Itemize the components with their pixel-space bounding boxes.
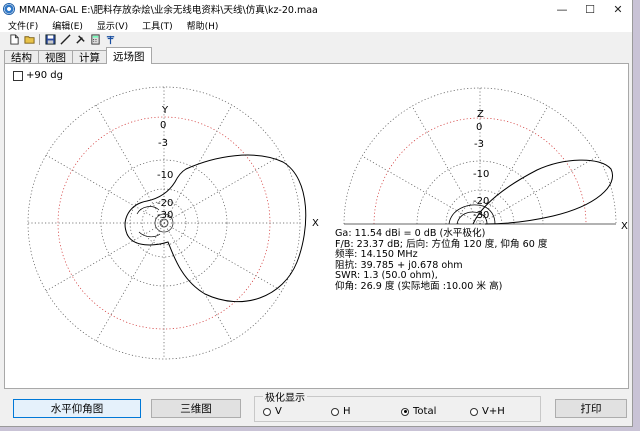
menu-view[interactable]: 显示(V): [89, 19, 134, 32]
app-window: MMANA-GAL E:\肥料存放杂烩\业余无线电资料\天线\仿真\kz-20.…: [0, 0, 633, 427]
az-ring-label-0: 0: [160, 120, 166, 131]
tools-icon[interactable]: [74, 33, 86, 45]
radio-h-dot[interactable]: [331, 407, 339, 416]
azimuth-pattern: [124, 154, 307, 303]
radio-v[interactable]: V: [263, 406, 282, 417]
menu-help[interactable]: 帮助(H): [179, 19, 225, 32]
az-ring-label-20: -20: [157, 198, 173, 209]
elevation-pattern: [472, 159, 613, 225]
el-ring-label-0: 0: [476, 122, 482, 133]
menu-bar: 文件(F) 编辑(E) 显示(V) 工具(T) 帮助(H): [0, 18, 632, 32]
far-field-panel: +90 dg Y X 0 -3 -10 -20 -30 Z X 0 -3 -10…: [4, 63, 629, 389]
window-controls: — ☐ ✕: [548, 0, 632, 18]
azimuth-plot: Y X 0 -3 -10 -20 -30: [27, 86, 319, 360]
radio-vh-dot[interactable]: [470, 407, 478, 416]
open-folder-icon[interactable]: [23, 33, 35, 45]
el-diag-120: [411, 105, 481, 225]
maximize-button[interactable]: ☐: [576, 0, 604, 18]
radio-vh-label: V+H: [482, 406, 505, 417]
bottom-bar: 水平仰角图 三维图 极化显示 V H Total V+H 打印: [0, 389, 632, 426]
radio-h-label: H: [343, 406, 351, 417]
window-title: MMANA-GAL E:\肥料存放杂烩\业余无线电资料\天线\仿真\kz-20.…: [19, 5, 318, 16]
el-diag-30: [479, 155, 599, 225]
el-ring-label-20: -20: [473, 196, 489, 207]
far-field-plots: Y X 0 -3 -10 -20 -30 Z X 0 -3 -10 -20 -3…: [27, 86, 628, 360]
tab-calculate[interactable]: 计算: [72, 50, 107, 64]
calculator-icon[interactable]: [89, 33, 101, 45]
radio-v-label: V: [275, 406, 282, 417]
polarization-title: 极化显示: [263, 389, 307, 404]
tab-view[interactable]: 视图: [38, 50, 73, 64]
gain-line: Ga: 11.54 dBi = 0 dB (水平极化): [335, 228, 486, 239]
az-label-x: X: [312, 218, 319, 229]
radio-total-dot[interactable]: [401, 407, 409, 416]
tab-geometry[interactable]: 结构: [4, 50, 39, 64]
radio-vh[interactable]: V+H: [470, 406, 505, 417]
toolbar: [0, 32, 632, 46]
el-label-z: Z: [477, 109, 484, 120]
new-file-icon[interactable]: [8, 33, 20, 45]
radio-total-label: Total: [413, 406, 437, 417]
az-label-y: Y: [161, 105, 169, 116]
wire-tool-icon[interactable]: [59, 33, 71, 45]
three-d-button[interactable]: 三维图: [151, 399, 241, 418]
elevation-plot: Z X 0 -3 -10 -20 -30: [343, 87, 628, 232]
el-ring-label-30: -30: [473, 210, 489, 221]
el-ring-label-10: -10: [473, 169, 489, 180]
menu-edit[interactable]: 编辑(E): [44, 19, 89, 32]
print-button[interactable]: 打印: [555, 399, 627, 418]
tab-bar: 结构 视图 计算 远场图: [4, 47, 152, 64]
radio-h[interactable]: H: [331, 406, 351, 417]
elevation-angle-line: 仰角: 26.9 度 (实际地面 :10.00 米 高): [335, 280, 503, 292]
calc-results: Ga: 11.54 dBi = 0 dB (水平极化) F/B: 23.37 d…: [335, 228, 548, 293]
save-icon[interactable]: [44, 33, 56, 45]
menu-file[interactable]: 文件(F): [0, 19, 44, 32]
minimize-button[interactable]: —: [548, 0, 576, 18]
az-ring-label-3: -3: [158, 138, 168, 149]
el-label-x: X: [621, 221, 628, 232]
az-ring-label-10: -10: [157, 170, 173, 181]
menu-tools[interactable]: 工具(T): [134, 19, 179, 32]
az-ring-label-30: -30: [157, 210, 173, 221]
title-bar[interactable]: MMANA-GAL E:\肥料存放杂烩\业余无线电资料\天线\仿真\kz-20.…: [0, 0, 632, 18]
el-ring-label-3: -3: [474, 139, 484, 150]
app-icon: [3, 3, 15, 15]
polarization-group: 极化显示 V H Total V+H: [254, 389, 541, 422]
tab-far-field[interactable]: 远场图: [106, 47, 152, 64]
toolbar-separator: [39, 33, 40, 45]
close-button[interactable]: ✕: [604, 0, 632, 18]
antenna-icon[interactable]: [104, 33, 116, 45]
radio-v-dot[interactable]: [263, 407, 271, 416]
radio-total[interactable]: Total: [401, 406, 436, 417]
horizontal-elevation-button[interactable]: 水平仰角图: [13, 399, 141, 418]
